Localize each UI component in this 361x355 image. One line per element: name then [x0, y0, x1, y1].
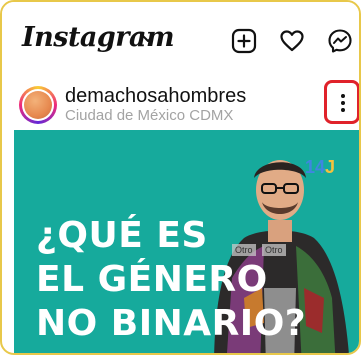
headline-line-1: ¿QUÉ ES: [36, 215, 208, 256]
sticker-label: Otro: [232, 244, 256, 256]
post-location[interactable]: Ciudad de México CDMX: [65, 107, 233, 125]
top-bar: Instagram: [2, 2, 359, 66]
more-options-button[interactable]: [324, 80, 359, 124]
post-header: demachosahombres Ciudad de México CDMX: [2, 74, 359, 130]
post-username[interactable]: demachosahombres: [65, 85, 246, 107]
messenger-icon[interactable]: [327, 28, 353, 54]
avatar: [24, 91, 52, 119]
chevron-down-icon[interactable]: [141, 31, 155, 45]
post-image[interactable]: 14J ¿QUÉ ES EL GÉNERO NO BINARIO? Otro O…: [14, 130, 359, 353]
more-vertical-icon: [341, 94, 345, 98]
new-post-icon[interactable]: [231, 28, 257, 54]
headline-line-2: EL GÉNERO: [36, 259, 268, 300]
heart-icon[interactable]: [279, 28, 305, 54]
story-avatar[interactable]: [19, 86, 57, 124]
headline-line-3: NO BINARIO?: [36, 303, 307, 344]
media-tag: 14J: [305, 157, 336, 177]
sticker-label: Otro: [262, 244, 286, 256]
phone-screen: Instagram demachosahombres Ciudad de Méx…: [0, 0, 361, 355]
